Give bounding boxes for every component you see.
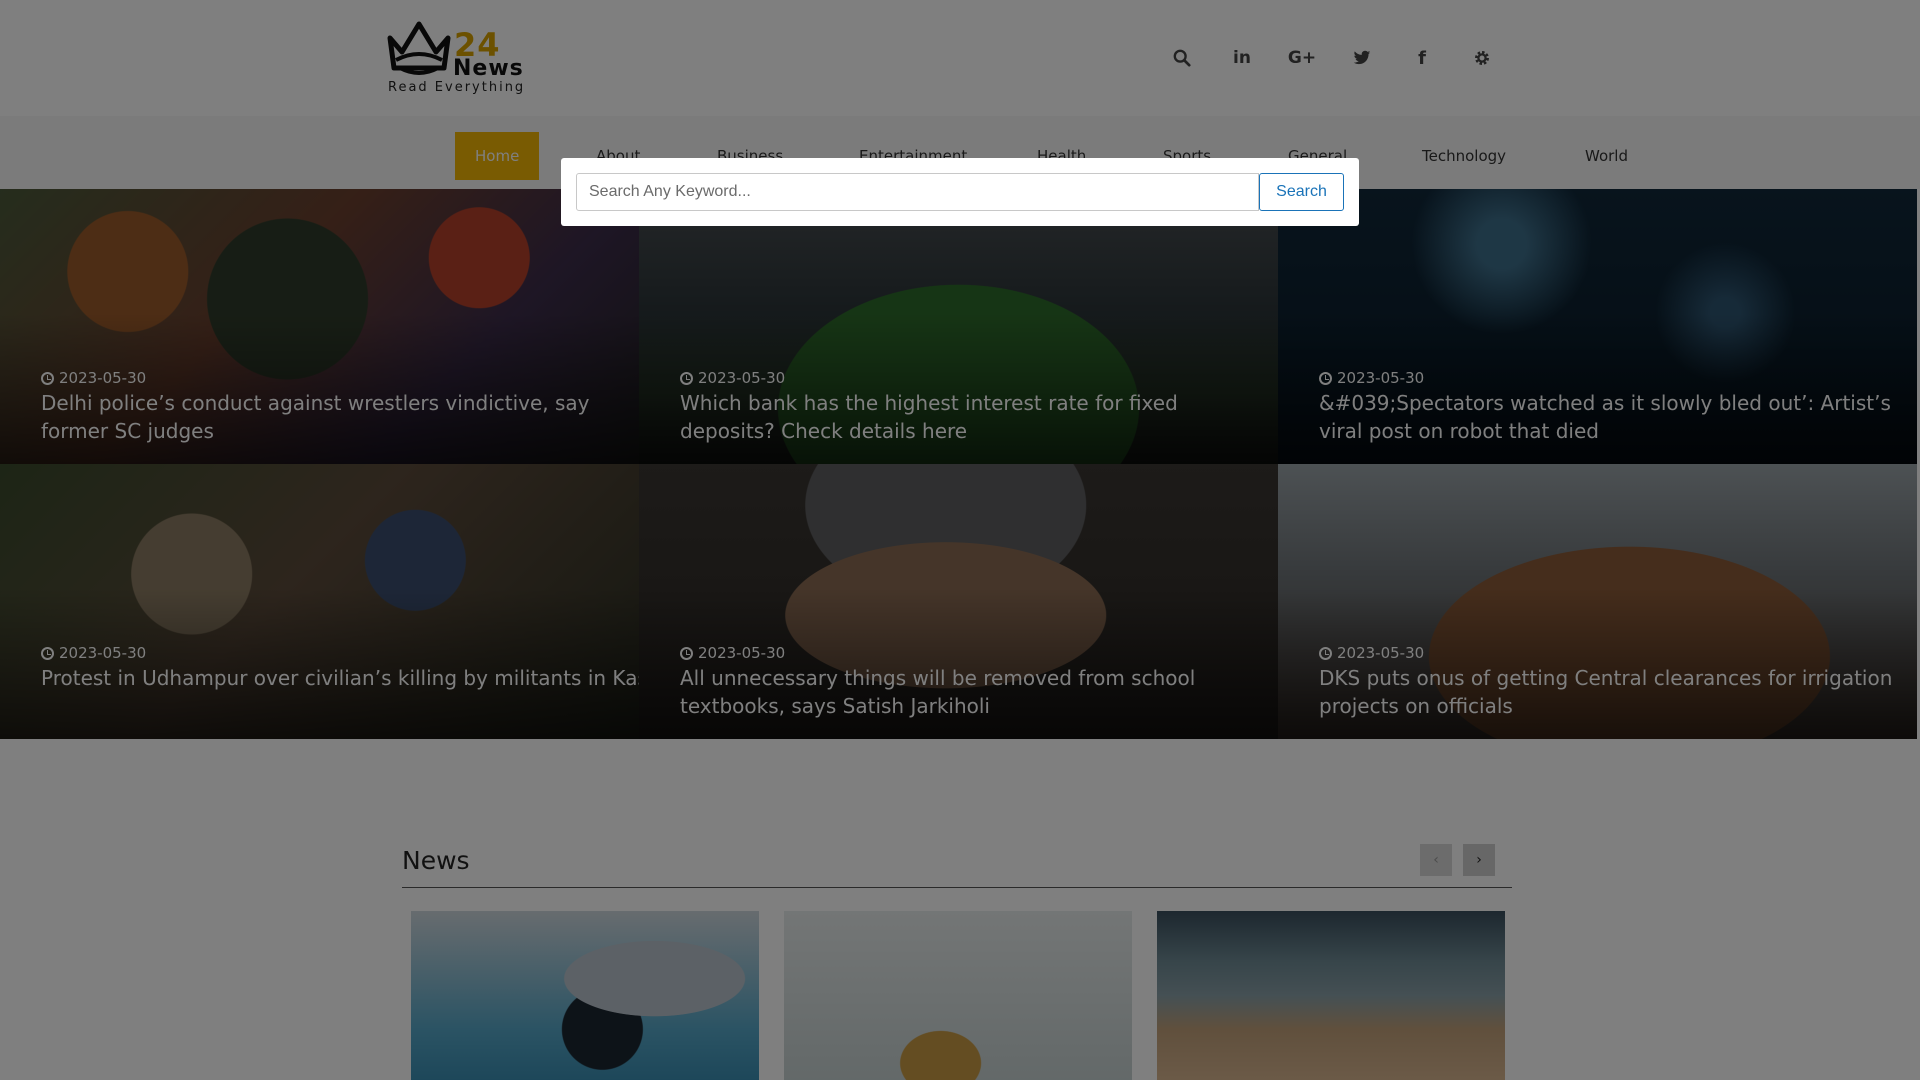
search-input[interactable] [576, 173, 1259, 211]
search-button[interactable]: Search [1259, 173, 1344, 211]
search-modal: Search [561, 158, 1359, 226]
